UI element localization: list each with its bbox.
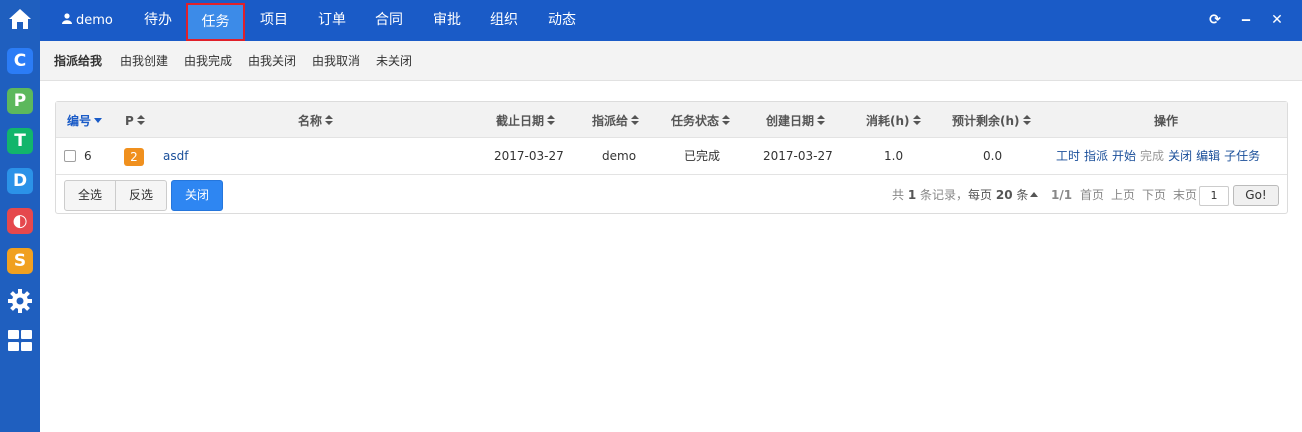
task-table-panel: 编号 P 名称 截止日期 指派给 任务状态 创建日期 消耗(h) 预计剩余(h)… [55, 101, 1288, 214]
user-menu[interactable]: demo [62, 0, 113, 41]
col-priority[interactable]: P [125, 102, 145, 138]
subnav-canceled-by-me[interactable]: 由我取消 [312, 41, 360, 81]
action-start[interactable]: 开始 [1112, 149, 1136, 163]
col-assigned-to[interactable]: 指派给 [592, 102, 640, 138]
pager-summary: 共 1 条记录，每页 20 条 [892, 176, 1039, 214]
pager-first: 首页 [1080, 188, 1105, 202]
sort-desc-icon [94, 117, 103, 125]
sort-icon [631, 115, 640, 126]
app-p-icon[interactable]: P [7, 88, 33, 114]
nav-activity[interactable]: 动态 [540, 0, 584, 41]
subnav-finished-by-me[interactable]: 由我完成 [184, 41, 232, 81]
nav-tasks[interactable]: 任务 [186, 3, 245, 41]
subnav-assigned-to-me[interactable]: 指派给我 [54, 41, 102, 81]
col-deadline[interactable]: 截止日期 [496, 102, 556, 138]
select-all-button[interactable]: 全选 [64, 180, 116, 211]
page-number-input[interactable]: 1 [1199, 186, 1229, 206]
col-created[interactable]: 创建日期 [766, 102, 826, 138]
go-button[interactable]: Go! [1233, 185, 1279, 206]
gear-icon[interactable] [7, 288, 33, 314]
table-row[interactable]: 6 2 asdf 2017-03-27 demo 已完成 2017-03-27 … [56, 138, 1287, 175]
row-left: 0.0 [983, 149, 1003, 163]
action-assign[interactable]: 指派 [1084, 149, 1108, 163]
action-finish: 完成 [1140, 149, 1165, 163]
nav-approval[interactable]: 审批 [425, 0, 469, 41]
grid-icon[interactable] [7, 328, 33, 354]
subnav-created-by-me[interactable]: 由我创建 [120, 41, 168, 81]
top-navbar: demo 待办 任务 项目 订单 合同 审批 组织 动态 ⟳ ‒ ✕ [40, 0, 1302, 41]
sort-icon [1022, 115, 1031, 126]
action-subtask[interactable]: 子任务 [1224, 149, 1260, 163]
nav-contracts[interactable]: 合同 [367, 0, 411, 41]
app-t-icon[interactable]: T [7, 128, 33, 154]
sub-navbar: 指派给我 由我创建 由我完成 由我关闭 由我取消 未关闭 [40, 41, 1302, 81]
col-consumed[interactable]: 消耗(h) [866, 102, 921, 138]
home-icon[interactable] [7, 6, 33, 32]
refresh-icon[interactable]: ⟳ [1207, 10, 1223, 30]
page-info: 1/1 [1051, 188, 1073, 202]
nav-projects[interactable]: 项目 [252, 0, 296, 41]
sort-icon [136, 115, 145, 126]
close-tasks-button[interactable]: 关闭 [171, 180, 223, 211]
row-created: 2017-03-27 [763, 149, 833, 163]
subnav-closed-by-me[interactable]: 由我关闭 [248, 41, 296, 81]
row-status: 已完成 [684, 149, 721, 163]
action-log-hours[interactable]: 工时 [1056, 149, 1080, 163]
action-edit[interactable]: 编辑 [1196, 149, 1220, 163]
table-footer: 全选 反选 关闭 共 1 条记录，每页 20 条 1/1 首页 上页 下页 末页… [56, 176, 1287, 214]
row-assigned-to: demo [602, 149, 637, 163]
sort-icon [912, 115, 921, 126]
row-checkbox[interactable] [64, 150, 76, 162]
app-sidebar: C P T D ◐ S [0, 0, 40, 432]
col-left[interactable]: 预计剩余(h) [952, 102, 1031, 138]
row-actions: 工时 指派 开始 完成 关闭 编辑 子任务 [1056, 138, 1264, 175]
row-deadline: 2017-03-27 [494, 149, 564, 163]
app-s-icon[interactable]: S [7, 248, 33, 274]
sort-icon [722, 115, 731, 126]
col-status[interactable]: 任务状态 [671, 102, 731, 138]
app-d-icon[interactable]: D [7, 168, 33, 194]
sort-icon [547, 115, 556, 126]
row-consumed: 1.0 [884, 149, 904, 163]
invert-selection-button[interactable]: 反选 [115, 180, 167, 211]
pager-prev: 上页 [1111, 188, 1136, 202]
user-icon [62, 0, 72, 24]
pager-next: 下页 [1142, 188, 1167, 202]
pager-last: 末页 [1173, 188, 1198, 202]
user-name: demo [76, 13, 113, 28]
minimize-icon[interactable]: ‒ [1238, 10, 1254, 30]
app-c-icon[interactable]: C [7, 48, 33, 74]
sort-icon [325, 115, 334, 126]
subnav-unclosed[interactable]: 未关闭 [376, 41, 412, 81]
nav-orders[interactable]: 订单 [310, 0, 354, 41]
action-close[interactable]: 关闭 [1168, 149, 1192, 163]
nav-todo[interactable]: 待办 [136, 0, 180, 41]
priority-badge: 2 [124, 148, 144, 166]
col-id[interactable]: 编号 [67, 102, 103, 138]
row-name-link[interactable]: asdf [163, 138, 188, 175]
nav-organization[interactable]: 组织 [482, 0, 526, 41]
row-id: 6 [84, 149, 92, 163]
close-icon[interactable]: ✕ [1269, 10, 1285, 30]
table-header: 编号 P 名称 截止日期 指派给 任务状态 创建日期 消耗(h) 预计剩余(h)… [56, 102, 1287, 138]
sort-icon [817, 115, 826, 126]
col-name[interactable]: 名称 [298, 102, 334, 138]
col-actions: 操作 [1154, 114, 1179, 128]
app-o-icon[interactable]: ◐ [7, 208, 33, 234]
per-page-dropdown-icon[interactable] [1030, 192, 1039, 198]
